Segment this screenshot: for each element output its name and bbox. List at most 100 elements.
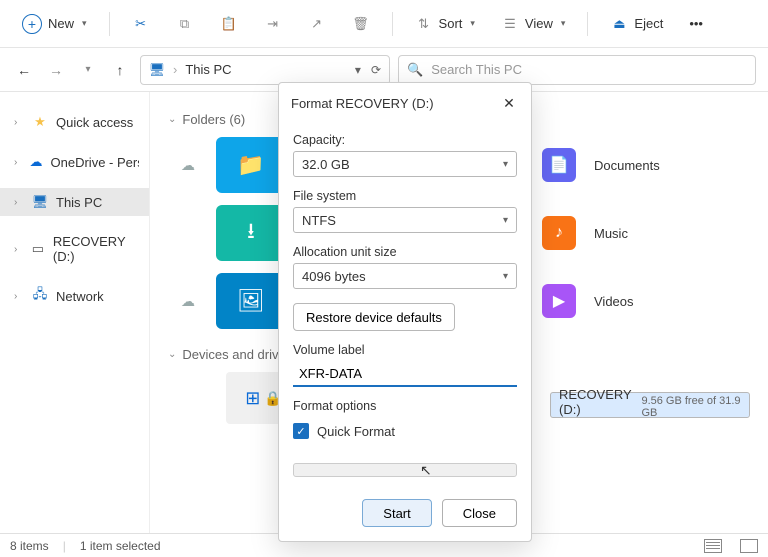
forward-button[interactable]: → <box>44 58 68 82</box>
rename-icon: ⇥ <box>264 15 282 33</box>
folder-glyph: 📁 <box>237 152 264 178</box>
status-selected: 1 item selected <box>80 539 161 553</box>
chevron-right-icon: › <box>14 291 24 302</box>
address-text: This PC <box>185 62 347 77</box>
sidebar-item-this-pc[interactable]: › 🖥 This PC <box>0 188 149 216</box>
back-button[interactable]: ← <box>12 58 36 82</box>
sidebar-item-network[interactable]: › 🖧 Network <box>0 282 149 310</box>
refresh-icon[interactable]: ⟳ <box>371 63 381 77</box>
chevron-down-icon: ▾ <box>503 271 508 282</box>
allocation-value: 4096 bytes <box>302 269 366 284</box>
sidebar-item-label: Network <box>56 289 104 304</box>
chevron-down-icon: ⌄ <box>168 114 176 125</box>
recovery-subtext: 9.56 GB free of 31.9 GB <box>641 395 741 419</box>
copy-icon: ⧉ <box>176 15 194 33</box>
clipboard-icon: 📋 <box>220 15 238 33</box>
sidebar-item-quick-access[interactable]: › ★ Quick access <box>0 108 149 136</box>
close-icon[interactable]: ✕ <box>499 93 519 113</box>
eject-button[interactable]: ⏏ Eject <box>600 9 673 39</box>
new-button[interactable]: + New ▾ <box>12 8 97 40</box>
share-icon: ↗ <box>308 15 326 33</box>
allocation-select[interactable]: 4096 bytes ▾ <box>293 263 517 289</box>
separator <box>587 12 588 36</box>
dialog-title: Format RECOVERY (D:) <box>291 96 499 111</box>
delete-button[interactable]: 🗑 <box>342 9 380 39</box>
separator <box>392 12 393 36</box>
icons-view-button[interactable] <box>740 539 758 553</box>
folder-icon[interactable]: 🖼 <box>216 273 286 329</box>
sidebar-item-recovery[interactable]: › ▭ RECOVERY (D:) <box>0 228 149 270</box>
sidebar: › ★ Quick access › ☁ OneDrive - Personal… <box>0 92 150 533</box>
row-label: Documents <box>594 158 660 173</box>
cloud-icon: ☁ <box>30 154 43 170</box>
folder-icon[interactable]: ⭳ <box>216 205 286 261</box>
search-box[interactable]: 🔍 Search This PC <box>398 55 756 85</box>
folder-icon[interactable]: 📁 <box>216 137 286 193</box>
sidebar-item-label: Quick access <box>56 115 133 130</box>
cloud-sync-icon: ☁ <box>178 157 198 174</box>
paste-button[interactable]: 📋 <box>210 9 248 39</box>
sidebar-item-label: OneDrive - Personal <box>51 155 139 170</box>
capacity-value: 32.0 GB <box>302 157 350 172</box>
volume-label-input[interactable] <box>293 361 517 387</box>
sidebar-item-label: This PC <box>56 195 102 210</box>
recovery-label: RECOVERY (D:) <box>559 387 641 417</box>
copy-button[interactable]: ⧉ <box>166 9 204 39</box>
sort-button[interactable]: ⇅ Sort ▾ <box>405 9 485 39</box>
close-button[interactable]: Close <box>442 499 517 527</box>
sidebar-item-label: RECOVERY (D:) <box>53 234 139 264</box>
status-item-count: 8 items <box>10 539 49 553</box>
chevron-right-icon: › <box>14 157 22 168</box>
status-divider: | <box>63 539 66 553</box>
separator <box>109 12 110 36</box>
volume-label-label: Volume label <box>293 343 517 357</box>
toolbar: + New ▾ ✂ ⧉ 📋 ⇥ ↗ 🗑 ⇅ Sort ▾ ☰ View ▾ ⏏ … <box>0 0 768 48</box>
music-icon[interactable]: ♪ <box>542 216 576 250</box>
capacity-select[interactable]: 32.0 GB ▾ <box>293 151 517 177</box>
drive-icon: ▭ <box>31 241 45 257</box>
filesystem-select[interactable]: NTFS ▾ <box>293 207 517 233</box>
chevron-right-icon: › <box>14 197 24 208</box>
start-button[interactable]: Start <box>362 499 431 527</box>
filesystem-label: File system <box>293 189 517 203</box>
chevron-down-icon: ▾ <box>470 18 475 29</box>
view-button[interactable]: ☰ View ▾ <box>491 9 575 39</box>
pc-icon: 🖥 <box>32 194 48 210</box>
capacity-label: Capacity: <box>293 133 517 147</box>
view-label: View <box>525 16 553 31</box>
sort-label: Sort <box>439 16 463 31</box>
recent-chevron[interactable]: ▾ <box>76 58 100 82</box>
plus-icon: + <box>22 14 42 34</box>
trash-icon: 🗑 <box>352 15 370 33</box>
cut-button[interactable]: ✂ <box>122 9 160 39</box>
restore-defaults-button[interactable]: Restore device defaults <box>293 303 455 331</box>
address-separator: › <box>173 62 177 77</box>
chevron-down-icon: ⌄ <box>168 349 176 360</box>
row-label: Music <box>594 226 628 241</box>
network-icon: 🖧 <box>32 288 48 304</box>
view-icon: ☰ <box>501 15 519 33</box>
videos-icon[interactable]: ▶ <box>542 284 576 318</box>
dialog-titlebar: Format RECOVERY (D:) ✕ <box>279 83 531 121</box>
more-icon: ••• <box>689 16 703 31</box>
drive-recovery[interactable]: RECOVERY (D:) 9.56 GB free of 31.9 GB <box>550 392 750 418</box>
quick-format-label: Quick Format <box>317 424 395 439</box>
rename-button[interactable]: ⇥ <box>254 9 292 39</box>
windows-icon: ⊞ <box>245 388 260 409</box>
pc-icon: 🖥 <box>149 62 165 78</box>
address-bar[interactable]: 🖥 › This PC ▾ ⟳ <box>140 55 390 85</box>
details-view-button[interactable] <box>704 539 722 553</box>
chevron-right-icon: › <box>14 244 23 255</box>
documents-icon[interactable]: 📄 <box>542 148 576 182</box>
sidebar-item-onedrive[interactable]: › ☁ OneDrive - Personal <box>0 148 149 176</box>
more-button[interactable]: ••• <box>679 10 713 37</box>
allocation-label: Allocation unit size <box>293 245 517 259</box>
checkbox-checked-icon: ✓ <box>293 423 309 439</box>
share-button[interactable]: ↗ <box>298 9 336 39</box>
up-button[interactable]: ↑ <box>108 58 132 82</box>
quick-format-checkbox[interactable]: ✓ Quick Format <box>293 423 517 439</box>
chevron-down-icon[interactable]: ▾ <box>355 63 361 77</box>
chevron-down-icon: ▾ <box>561 18 566 29</box>
search-placeholder: Search This PC <box>431 62 522 77</box>
search-icon: 🔍 <box>407 62 423 78</box>
